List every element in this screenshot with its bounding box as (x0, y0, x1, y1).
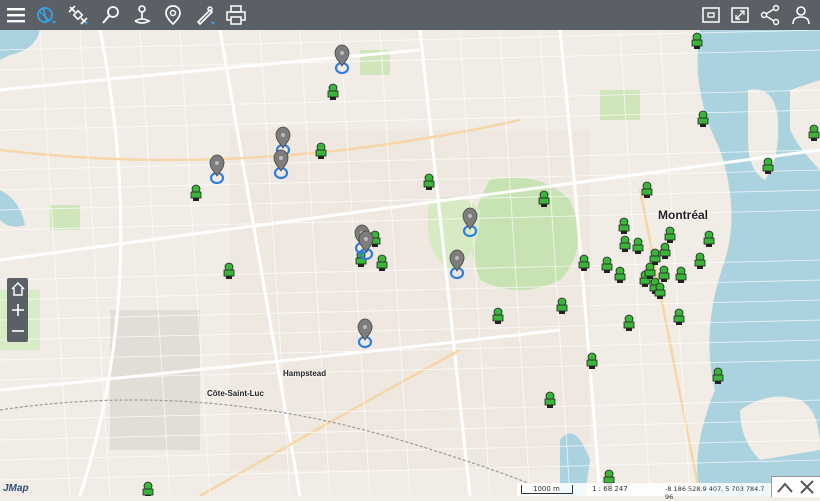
coordinates: -8 186 528.9 407, 5 703 784.7 96 (665, 485, 765, 501)
green-location-marker[interactable] (315, 142, 327, 159)
corner-controls (771, 476, 820, 497)
green-location-marker[interactable] (649, 248, 661, 265)
grey-pin-marker[interactable] (209, 154, 225, 185)
markers-layer (142, 32, 820, 496)
fullscreen-icon (731, 7, 749, 23)
green-location-marker[interactable] (623, 314, 635, 331)
grey-pin-marker[interactable] (462, 207, 478, 238)
grey-pin-marker[interactable] (449, 249, 465, 280)
green-location-marker[interactable] (664, 226, 676, 243)
user-button[interactable] (787, 1, 815, 29)
green-location-marker[interactable] (578, 254, 590, 271)
green-location-marker[interactable] (691, 32, 703, 49)
zoom-out-button[interactable] (7, 320, 28, 341)
green-location-marker[interactable] (614, 266, 626, 283)
chevron-up-icon[interactable] (775, 478, 795, 496)
zoom-in-button[interactable] (7, 299, 28, 320)
label-cote-saint-luc: Côte-Saint-Luc (207, 389, 264, 398)
green-location-marker[interactable] (492, 307, 504, 324)
green-location-marker[interactable] (618, 217, 630, 234)
city-label-montreal: Montréal (658, 208, 709, 222)
scale-distance: 1000 m (533, 485, 560, 493)
green-location-marker[interactable] (190, 184, 202, 201)
zoom-controls (7, 278, 28, 342)
location-pin-icon (165, 5, 181, 26)
green-location-marker[interactable] (376, 254, 388, 271)
green-location-marker[interactable] (703, 230, 715, 247)
green-location-marker[interactable] (601, 256, 613, 273)
measure-icon (102, 6, 119, 24)
close-icon[interactable] (797, 478, 817, 496)
green-location-marker[interactable] (697, 110, 709, 127)
green-location-marker[interactable] (762, 157, 774, 174)
fullscreen-button[interactable] (726, 1, 754, 29)
green-location-marker[interactable] (632, 237, 644, 254)
jmap-logo: JMap (3, 483, 29, 494)
print-icon (226, 5, 246, 25)
edit-tools-icon (196, 6, 215, 26)
green-location-marker[interactable] (712, 367, 724, 384)
satellite-icon (68, 5, 88, 25)
map-tools-button[interactable] (32, 1, 60, 29)
green-location-marker[interactable] (556, 297, 568, 314)
route-button[interactable] (128, 1, 156, 29)
green-location-marker[interactable] (675, 266, 687, 283)
zoom-in-icon (11, 303, 24, 316)
print-button[interactable] (222, 1, 250, 29)
edit-tools-button[interactable] (191, 1, 219, 29)
green-location-marker[interactable] (658, 265, 670, 282)
green-location-marker[interactable] (654, 282, 666, 299)
green-location-marker[interactable] (423, 173, 435, 190)
green-location-marker[interactable] (659, 242, 671, 259)
green-location-marker[interactable] (808, 124, 820, 141)
grey-pin-marker[interactable] (334, 44, 350, 75)
route-icon (134, 5, 151, 24)
map-tools-icon (37, 7, 56, 24)
minimize-window-button[interactable] (697, 1, 725, 29)
zoom-out-icon (11, 329, 24, 332)
satellite-button[interactable] (64, 1, 92, 29)
top-toolbar (0, 0, 820, 30)
green-location-marker[interactable] (673, 308, 685, 325)
green-location-marker[interactable] (619, 235, 631, 252)
green-location-marker[interactable] (544, 391, 556, 408)
scale-ratio: 1 : 68 247 (592, 485, 628, 493)
green-location-marker[interactable] (694, 252, 706, 269)
map-canvas[interactable]: Montréal Hampstead Côte-Saint-Luc (0, 30, 820, 496)
green-location-marker[interactable] (641, 181, 653, 198)
menu-icon (7, 8, 25, 23)
location-pin-button[interactable] (159, 1, 187, 29)
green-location-marker[interactable] (538, 190, 550, 207)
share-button[interactable] (756, 1, 784, 29)
measure-button[interactable] (97, 1, 125, 29)
label-hampstead: Hampstead (283, 369, 327, 378)
menu-button[interactable] (2, 1, 30, 29)
home-button[interactable] (7, 278, 28, 299)
grey-pin-marker[interactable] (273, 149, 289, 180)
green-location-marker[interactable] (223, 262, 235, 279)
scale-bar: 1000 m 1 : 68 247 -8 186 528.9 407, 5 70… (517, 483, 773, 501)
grey-pin-marker[interactable] (358, 230, 374, 261)
green-location-marker[interactable] (327, 83, 339, 100)
grey-pin-marker[interactable] (357, 318, 373, 349)
user-icon (792, 6, 810, 25)
minimize-window-icon (702, 7, 720, 23)
home-icon (11, 281, 24, 296)
share-icon (760, 4, 780, 26)
green-location-marker[interactable] (142, 481, 154, 496)
green-location-marker[interactable] (586, 352, 598, 369)
